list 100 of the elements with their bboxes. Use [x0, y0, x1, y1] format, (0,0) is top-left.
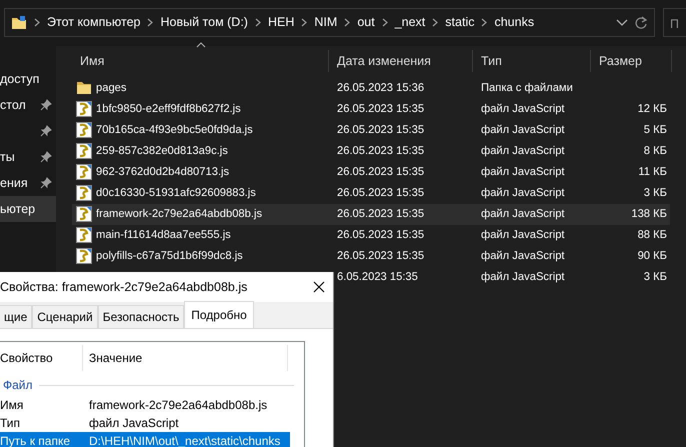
folder-icon: [76, 81, 92, 96]
property-value: framework-2c79e2a64abdb08b.js: [89, 397, 268, 414]
file-type: файл JavaScript: [480, 144, 566, 160]
breadcrumb[interactable]: out: [357, 13, 375, 32]
tab[interactable]: щие: [0, 305, 32, 328]
file-name: 962-3762d0d2b4d80713.js: [96, 165, 230, 180]
file-name: 70b165ca-4f93e9bc5e0fd9da.js: [96, 123, 253, 138]
file-name: main-f11614d8aa7ee555.js: [96, 228, 231, 244]
file-size: 3 КБ: [644, 271, 667, 284]
script-file-icon: [76, 206, 92, 222]
script-file-icon: [76, 227, 92, 244]
close-icon[interactable]: [313, 281, 325, 293]
address-bar[interactable]: Этот компьютер Новый том (D:) HEH NIM out _next static chunks: [4, 8, 655, 37]
sidebar-item[interactable]: ты: [0, 144, 56, 170]
modified-date: 6.05.2023 15:35: [336, 270, 419, 286]
script-file-icon: [76, 143, 92, 160]
script-file-icon: [76, 185, 92, 202]
script-file-icon: [76, 122, 92, 138]
file-row[interactable]: framework-2c79e2a64abdb08b.js 26.05.2023 15:35 файл JavaScript 138 КБ: [72, 204, 670, 225]
file-type: файл JavaScript: [480, 207, 566, 222]
modified-date: 26.05.2023 15:35: [336, 102, 426, 118]
breadcrumb[interactable]: static: [445, 13, 474, 32]
chevron-icon: [146, 17, 154, 28]
file-row[interactable]: d0c16330-51931afc92609883.js 26.05.2023 15:35 файл JavaScript 3 КБ: [72, 183, 670, 204]
chevron-icon: [431, 17, 440, 28]
file-type: файл JavaScript: [480, 186, 566, 202]
file-row[interactable]: polyfills-c67a75d1b6f99dc8.js 26.05.2023 15:35 файл JavaScript 90 КБ: [72, 246, 670, 267]
chevron-icon: [300, 17, 308, 28]
file-name: d0c16330-51931afc92609883.js: [96, 186, 256, 202]
modified-date: 26.05.2023 15:35: [336, 186, 426, 202]
file-row[interactable]: 962-3762d0d2b4d80713.js 26.05.2023 15:35 файл JavaScript 11 КБ: [72, 162, 670, 183]
file-type: файл JavaScript: [480, 165, 566, 180]
dropdown-icon[interactable]: [616, 18, 628, 26]
sidebar-item[interactable]: стол: [0, 92, 56, 118]
file-name: polyfills-c67a75d1b6f99dc8.js: [96, 249, 243, 264]
file-type: Папка с файлами: [480, 81, 574, 96]
file-size: 8 КБ: [644, 145, 667, 158]
property-value: файл JavaScript: [89, 415, 179, 432]
breadcrumb[interactable]: _next: [394, 13, 426, 32]
folder-icon: [11, 16, 27, 30]
sidebar-item[interactable]: доступ: [0, 66, 56, 92]
refresh-icon[interactable]: [634, 16, 648, 30]
tab[interactable]: Сценарий: [32, 305, 98, 328]
breadcrumb[interactable]: Новый том (D:): [160, 13, 248, 32]
file-type: файл JavaScript: [480, 123, 566, 138]
property-row[interactable]: Имя framework-2c79e2a64abdb08b.js: [0, 396, 290, 414]
column-header[interactable]: Значение: [83, 345, 288, 371]
modified-date: 26.05.2023 15:35: [336, 123, 426, 138]
column-header[interactable]: Свойство: [0, 345, 83, 371]
file-row[interactable]: 1bfc9850-e2eff9fdf8b627f2.js 26.05.2023 15:35 файл JavaScript 12 КБ: [72, 99, 670, 120]
property-name: Имя: [0, 397, 24, 414]
modified-date: 26.05.2023 15:35: [336, 249, 426, 264]
group-label: Файл: [2, 377, 33, 394]
modified-date: 26.05.2023 15:35: [336, 144, 426, 160]
file-size: 5 КБ: [644, 124, 667, 136]
file-name: 259-857c382e0d813a9c.js: [96, 144, 228, 160]
file-size: 88 КБ: [638, 229, 667, 242]
file-type: файл JavaScript: [480, 228, 566, 244]
column-header[interactable]: Имя: [72, 50, 329, 72]
file-row[interactable]: 259-857c382e0d813a9c.js 26.05.2023 15:35 файл JavaScript 8 КБ: [72, 141, 670, 162]
file-size: 90 КБ: [638, 250, 667, 262]
chevron-icon: [33, 17, 41, 28]
property-row[interactable]: Тип файл JavaScript: [0, 414, 290, 432]
file-type: файл JavaScript: [480, 249, 566, 264]
breadcrumb[interactable]: NIM: [314, 13, 338, 32]
file-size: 12 КБ: [638, 103, 667, 116]
script-file-icon: [76, 101, 92, 118]
dialog-title: Свойства: framework-2c79e2a64abdb08b.js: [0, 278, 248, 296]
breadcrumb[interactable]: HEH: [268, 13, 294, 32]
file-row[interactable]: 70b165ca-4f93e9bc5e0fd9da.js 26.05.2023 15:35 файл JavaScript 5 КБ: [72, 120, 670, 141]
file-name: framework-2c79e2a64abdb08b.js: [96, 207, 262, 222]
file-size: 138 КБ: [631, 208, 667, 220]
chevron-icon: [380, 17, 389, 28]
file-row[interactable]: main-f11614d8aa7ee555.js 26.05.2023 15:35 файл JavaScript 88 КБ: [72, 225, 670, 246]
tab[interactable]: Безопасность: [98, 305, 184, 328]
column-header[interactable]: Дата изменения: [329, 50, 473, 72]
file-size: 11 КБ: [638, 166, 667, 178]
file-name: pages: [96, 81, 126, 96]
modified-date: 26.05.2023 15:36: [336, 81, 426, 96]
file-name: 1bfc9850-e2eff9fdf8b627f2.js: [96, 102, 241, 118]
script-file-icon: [76, 164, 92, 180]
breadcrumb[interactable]: Этот компьютер: [47, 13, 140, 32]
search-field[interactable]: П: [663, 8, 686, 37]
chevron-icon: [480, 17, 488, 28]
chevron-icon: [343, 17, 352, 28]
column-header[interactable]: Тип: [473, 50, 591, 72]
modified-date: 26.05.2023 15:35: [336, 165, 426, 180]
file-size: 3 КБ: [644, 187, 667, 200]
file-row[interactable]: pages 26.05.2023 15:36 Папка с файлами: [72, 78, 670, 99]
modified-date: 26.05.2023 15:35: [336, 207, 426, 222]
property-name: Тип: [0, 415, 22, 432]
tab[interactable]: Подробно: [184, 301, 254, 328]
sidebar-item[interactable]: ьютер: [0, 196, 56, 222]
script-file-icon: [76, 248, 92, 264]
column-header[interactable]: Размер: [591, 50, 672, 72]
modified-date: 26.05.2023 15:35: [336, 228, 426, 244]
sidebar-item[interactable]: ения: [0, 170, 56, 196]
chevron-icon: [254, 17, 262, 28]
file-type: файл JavaScript: [480, 102, 566, 118]
breadcrumb[interactable]: chunks: [494, 13, 534, 32]
